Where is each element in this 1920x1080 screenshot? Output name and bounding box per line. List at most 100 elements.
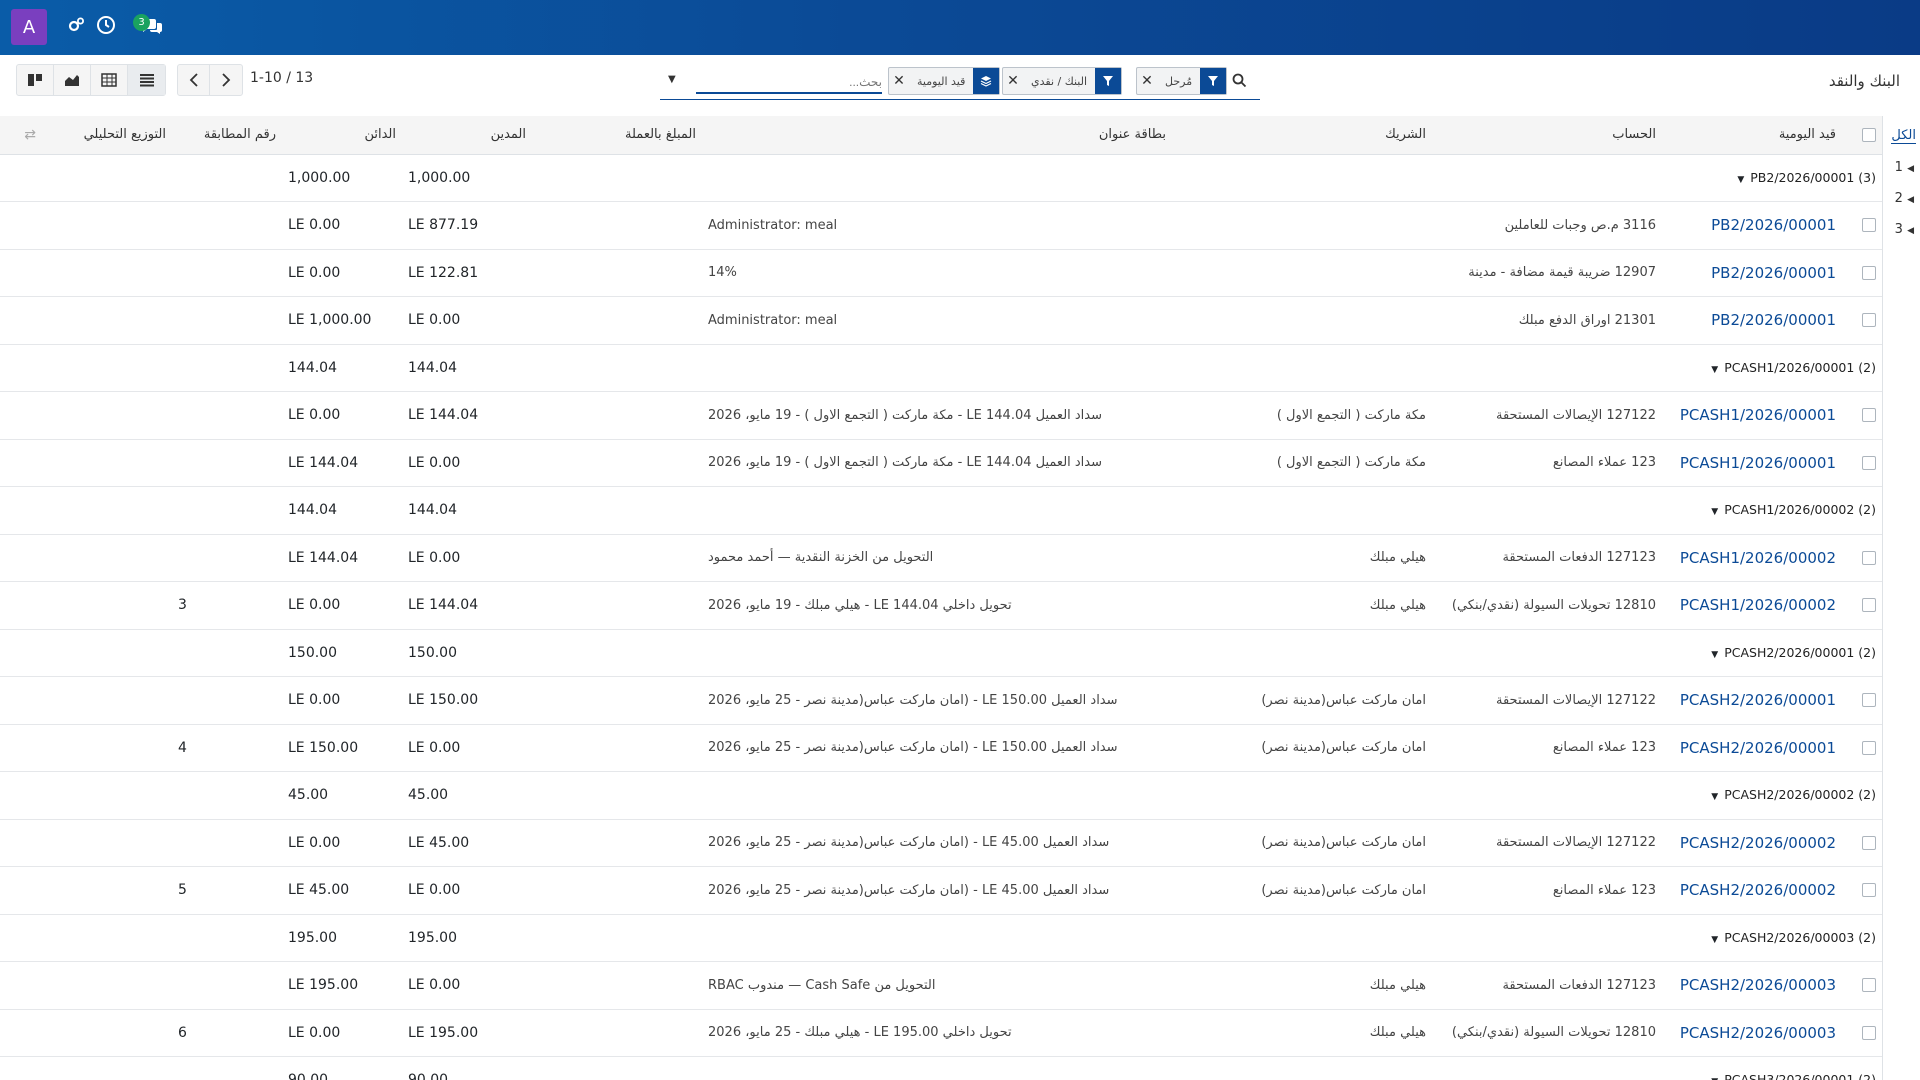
cell-amount-currency[interactable]: [532, 296, 702, 345]
col-account[interactable]: الحساب: [1432, 116, 1662, 155]
cell-partner[interactable]: [1172, 249, 1432, 297]
cell-analytic[interactable]: [42, 534, 172, 582]
cell-matching[interactable]: [172, 391, 282, 440]
optional-columns-toggle[interactable]: ⇄: [0, 116, 42, 155]
cell-debit[interactable]: 45.00 LE: [402, 819, 532, 867]
cell-credit[interactable]: 150.00 LE: [282, 724, 402, 772]
cell-partner[interactable]: هيلي مبلك: [1172, 961, 1432, 1010]
cell-account[interactable]: 123 عملاء المصانع: [1432, 724, 1662, 772]
remove-facet-icon[interactable]: ✕: [889, 68, 909, 94]
search-icon[interactable]: [1232, 73, 1248, 89]
cell-partner[interactable]: امان ماركت عباس(مدينة نصر): [1172, 819, 1432, 867]
cell-amount-currency[interactable]: [532, 581, 702, 630]
cell-account[interactable]: 123 عملاء المصانع: [1432, 866, 1662, 915]
cell-journal-entry[interactable]: PCASH1/2026/00002: [1662, 534, 1842, 582]
table-row[interactable]: PCASH2/2026/00001 127122 الإيصالات المست…: [0, 676, 1882, 725]
cell-debit[interactable]: 0.00 LE: [402, 866, 532, 915]
cell-label[interactable]: سداد العميل LE 45.00 - (امان ماركت عباس(…: [702, 866, 1172, 915]
cell-analytic[interactable]: [42, 439, 172, 487]
cell-matching[interactable]: [172, 676, 282, 725]
cell-matching[interactable]: [172, 201, 282, 250]
cell-matching[interactable]: [172, 249, 282, 297]
row-select-cell[interactable]: [1842, 819, 1882, 867]
cell-credit[interactable]: 144.04 LE: [282, 439, 402, 487]
row-select-cell[interactable]: [1842, 676, 1882, 725]
cell-matching[interactable]: 3: [172, 581, 282, 630]
cell-analytic[interactable]: [42, 201, 172, 250]
row-select-cell[interactable]: [1842, 201, 1882, 250]
col-matching[interactable]: رقم المطابقة: [172, 116, 282, 155]
journal-entry-link[interactable]: PCASH2/2026/00001: [1680, 691, 1836, 709]
search-options-dropdown-icon[interactable]: ▼: [668, 74, 676, 85]
kanban-view-button[interactable]: [17, 65, 54, 95]
cell-amount-currency[interactable]: [532, 534, 702, 582]
cell-label[interactable]: Administrator: meal: [702, 296, 1172, 345]
group-row[interactable]: PCASH1/2026/00002 (2) ▼ 144.04 144.04: [0, 486, 1882, 535]
cell-amount-currency[interactable]: [532, 676, 702, 725]
cell-debit[interactable]: 144.04 LE: [402, 391, 532, 440]
row-select-cell[interactable]: [1842, 961, 1882, 1010]
table-row[interactable]: PCASH2/2026/00002 127122 الإيصالات المست…: [0, 819, 1882, 867]
cell-credit[interactable]: 0.00 LE: [282, 249, 402, 297]
select-all-checkbox[interactable]: [1862, 127, 1876, 142]
row-select-cell[interactable]: [1842, 296, 1882, 345]
cell-account[interactable]: 12810 تحويلات السيولة (نقدي/بنكي): [1432, 1009, 1662, 1057]
col-debit[interactable]: المدين: [402, 116, 532, 155]
cell-amount-currency[interactable]: [532, 1009, 702, 1057]
cell-label[interactable]: سداد العميل LE 144.04 - مكة ماركت ( التج…: [702, 391, 1172, 440]
table-row[interactable]: PCASH1/2026/00002 127123 الدفعات المستحق…: [0, 534, 1882, 582]
cell-account[interactable]: 21301 اوراق الدفع مبلك: [1432, 296, 1662, 345]
row-checkbox[interactable]: [1862, 978, 1876, 993]
row-checkbox[interactable]: [1862, 1025, 1876, 1040]
cell-debit[interactable]: 195.00 LE: [402, 1009, 532, 1057]
cell-analytic[interactable]: [42, 724, 172, 772]
table-row[interactable]: PB2/2026/00001 21301 اوراق الدفع مبلك Ad…: [0, 296, 1882, 345]
row-select-cell[interactable]: [1842, 724, 1882, 772]
cell-label[interactable]: Administrator: meal: [702, 201, 1172, 250]
cell-amount-currency[interactable]: [532, 866, 702, 915]
table-row[interactable]: PCASH1/2026/00002 12810 تحويلات السيولة …: [0, 581, 1882, 630]
col-analytic[interactable]: التوزيع التحليلي: [42, 116, 172, 155]
cell-journal-entry[interactable]: PCASH2/2026/00003: [1662, 961, 1842, 1010]
cell-debit[interactable]: 150.00 LE: [402, 676, 532, 725]
row-checkbox[interactable]: [1862, 455, 1876, 470]
cell-analytic[interactable]: [42, 961, 172, 1010]
cell-matching[interactable]: [172, 961, 282, 1010]
cell-matching[interactable]: [172, 439, 282, 487]
cell-amount-currency[interactable]: [532, 961, 702, 1010]
group-row[interactable]: PCASH2/2026/00002 (2) ▼ 45.00 45.00: [0, 771, 1882, 820]
cell-account[interactable]: 127122 الإيصالات المستحقة: [1432, 676, 1662, 725]
journal-entry-link[interactable]: PCASH2/2026/00003: [1680, 976, 1836, 994]
cell-journal-entry[interactable]: PCASH2/2026/00003: [1662, 1009, 1842, 1057]
group-row[interactable]: PB2/2026/00001 (3) ▼ 1,000.00 1,000.00: [0, 154, 1882, 202]
cell-partner[interactable]: مكة ماركت ( التجمع الاول ): [1172, 439, 1432, 487]
cell-amount-currency[interactable]: [532, 201, 702, 250]
side-item-1[interactable]: 1 ◀: [1895, 160, 1914, 175]
journal-entry-link[interactable]: PCASH2/2026/00001: [1680, 739, 1836, 757]
cell-account[interactable]: 3116 م.ص وجبات للعاملين: [1432, 201, 1662, 250]
side-item-all[interactable]: الكل: [1891, 128, 1916, 144]
col-partner[interactable]: الشريك: [1172, 116, 1432, 155]
row-checkbox[interactable]: [1862, 598, 1876, 613]
journal-entry-link[interactable]: PCASH1/2026/00002: [1680, 596, 1836, 614]
cell-label[interactable]: التحويل من الخزنة النقدية — أحمد محمود: [702, 534, 1172, 582]
cell-matching[interactable]: [172, 819, 282, 867]
cell-partner[interactable]: امان ماركت عباس(مدينة نصر): [1172, 676, 1432, 725]
cell-analytic[interactable]: [42, 391, 172, 440]
row-select-cell[interactable]: [1842, 534, 1882, 582]
cell-analytic[interactable]: [42, 1009, 172, 1057]
group-header-cell[interactable]: PB2/2026/00001 (3) ▼: [1432, 154, 1882, 202]
group-header-cell[interactable]: PCASH3/2026/00001 (2)▼: [1432, 1056, 1882, 1080]
cell-debit[interactable]: 0.00 LE: [402, 296, 532, 345]
cell-amount-currency[interactable]: [532, 439, 702, 487]
col-label[interactable]: بطاقة عنوان: [702, 116, 1172, 155]
group-header-cell[interactable]: PCASH1/2026/00002 (2) ▼: [1432, 486, 1882, 535]
cell-account[interactable]: 127122 الإيصالات المستحقة: [1432, 819, 1662, 867]
cell-credit[interactable]: 45.00 LE: [282, 866, 402, 915]
row-select-cell[interactable]: [1842, 581, 1882, 630]
table-row[interactable]: PCASH1/2026/00001 127122 الإيصالات المست…: [0, 391, 1882, 440]
table-row[interactable]: PCASH2/2026/00002 123 عملاء المصانع امان…: [0, 866, 1882, 915]
cell-account[interactable]: 127123 الدفعات المستحقة: [1432, 961, 1662, 1010]
settings-gears-icon[interactable]: [66, 15, 88, 37]
list-view-button[interactable]: [128, 65, 165, 95]
